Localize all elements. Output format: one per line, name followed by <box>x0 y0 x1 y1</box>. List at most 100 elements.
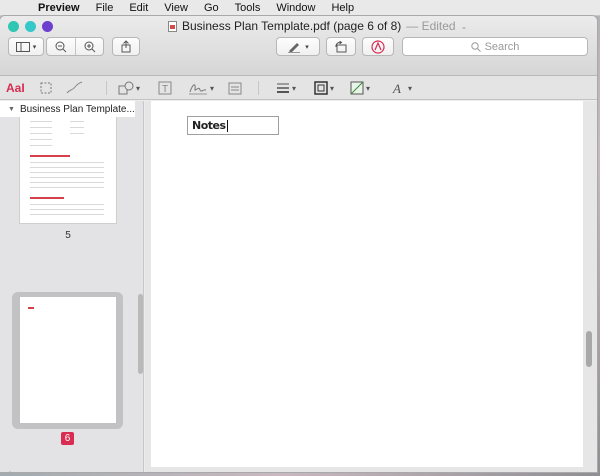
thumb-line <box>30 167 104 168</box>
rectangular-selection-tool[interactable] <box>40 80 52 96</box>
share-icon <box>121 40 131 53</box>
zoom-out-button[interactable] <box>47 38 75 55</box>
page-thumbnail-5[interactable] <box>20 117 116 223</box>
menu-tools[interactable]: Tools <box>227 0 269 16</box>
search-placeholder: Search <box>484 40 520 53</box>
search-field[interactable]: Search <box>402 37 588 56</box>
thumb-line <box>30 162 104 163</box>
add-icon[interactable]: + <box>6 467 14 472</box>
shapes-tool[interactable]: ▾ <box>118 80 140 96</box>
thumb-line <box>70 121 84 122</box>
rotate-icon <box>335 40 347 52</box>
rotate-button[interactable] <box>326 37 356 56</box>
signature-icon <box>189 84 207 95</box>
search-icon <box>470 41 481 52</box>
chevron-down-icon: ▾ <box>305 43 309 51</box>
text-box-icon: T <box>158 81 172 95</box>
disclosure-triangle-icon[interactable]: ▼ <box>8 106 15 113</box>
pen-icon <box>288 42 301 53</box>
thumb-line <box>30 177 104 178</box>
sidebar-icon <box>15 41 30 52</box>
window-controls <box>8 21 53 32</box>
border-color-tool[interactable]: ▾ <box>314 80 334 96</box>
zoom-in-icon <box>84 41 95 52</box>
chevron-down-icon[interactable]: ⌄ <box>461 22 468 31</box>
minimize-window-button[interactable] <box>25 21 36 32</box>
line-style-tool[interactable]: ▾ <box>276 80 296 96</box>
notes-text-field[interactable]: Notes <box>187 116 279 135</box>
border-color-icon <box>314 81 328 95</box>
page-label-6: 6 <box>61 432 74 445</box>
chevron-down-icon: ▾ <box>408 83 413 93</box>
thumb-line <box>70 127 84 128</box>
thumb-line <box>70 133 84 134</box>
thumb-line <box>30 187 104 188</box>
menu-app-preview[interactable]: Preview <box>30 0 88 16</box>
markup-toolbar-button[interactable]: ▾ <box>276 37 320 56</box>
chevron-down-icon: ▾ <box>366 83 371 93</box>
chevron-down-icon: ▾ <box>136 83 141 93</box>
text-selection-tool[interactable]: AaI <box>6 80 25 96</box>
markup-circle-icon <box>371 39 385 54</box>
sketch-tool[interactable] <box>66 80 84 96</box>
thumb-line <box>30 182 104 183</box>
menu-edit[interactable]: Edit <box>121 0 156 16</box>
zoom-in-button[interactable] <box>75 38 103 55</box>
edited-status[interactable]: — Edited <box>406 19 455 33</box>
window-title-area: Business Plan Template.pdf (page 6 of 8)… <box>168 19 467 33</box>
chevron-down-icon: ▾ <box>32 43 37 51</box>
menu-go[interactable]: Go <box>196 0 227 16</box>
thumb-heading <box>28 307 34 309</box>
vertical-scrollbar[interactable] <box>586 331 592 367</box>
chevron-down-icon: ▾ <box>292 83 297 93</box>
sketch-icon <box>66 81 83 94</box>
menu-file[interactable]: File <box>88 0 122 16</box>
fill-color-icon <box>350 81 364 95</box>
thumb-line <box>30 204 104 205</box>
page-thumbnail-6 <box>20 297 116 423</box>
thumb-line <box>30 127 52 128</box>
zoom-window-button[interactable] <box>42 21 53 32</box>
signature-tool[interactable]: ▾ <box>188 80 214 96</box>
zoom-out-icon <box>55 41 67 52</box>
annotate-button[interactable] <box>362 37 394 56</box>
text-caret <box>226 119 228 132</box>
menu-bar: Preview File Edit View Go Tools Window H… <box>0 0 600 16</box>
share-button[interactable] <box>112 37 140 56</box>
close-window-button[interactable] <box>8 21 19 32</box>
shapes-icon <box>118 81 134 95</box>
thumb-line <box>30 139 52 140</box>
menu-help[interactable]: Help <box>323 0 362 16</box>
toolbar-divider <box>106 81 107 95</box>
page-label-5: 5 <box>65 230 71 241</box>
line-style-icon <box>277 83 289 93</box>
sidebar-document-name: Business Plan Template... <box>19 103 135 115</box>
document-outline-header[interactable]: ▼ Business Plan Template... <box>0 101 135 117</box>
fill-color-tool[interactable]: ▾ <box>350 80 370 96</box>
thumb-line <box>30 209 104 210</box>
text-box-tool[interactable]: T <box>158 80 172 96</box>
menu-window[interactable]: Window <box>268 0 323 16</box>
title-bar: Business Plan Template.pdf (page 6 of 8)… <box>0 16 597 76</box>
pdf-document-icon <box>168 20 177 32</box>
toolbar-divider <box>258 81 259 95</box>
sidebar-scrollbar[interactable] <box>138 294 143 374</box>
thumb-line <box>30 214 104 215</box>
rectangular-selection-icon <box>40 82 52 94</box>
document-view: Notes <box>145 101 597 472</box>
thumb-line <box>30 133 52 134</box>
text-selection-label: AaI <box>6 81 25 95</box>
note-icon <box>228 82 242 95</box>
page-thumbnail-6-selected[interactable] <box>12 292 123 429</box>
menu-view[interactable]: View <box>156 0 196 16</box>
text-style-tool[interactable]: A ▾ <box>392 80 412 96</box>
thumb-line <box>30 145 52 146</box>
text-style-icon: A <box>392 81 401 95</box>
svg-text:T: T <box>162 84 168 95</box>
note-tool[interactable] <box>228 80 242 96</box>
thumb-line <box>30 172 104 173</box>
window-title: Business Plan Template.pdf (page 6 of 8) <box>182 19 402 33</box>
sidebar-view-button[interactable]: ▾ <box>8 37 44 56</box>
thumb-heading <box>30 197 64 199</box>
preview-window: Business Plan Template.pdf (page 6 of 8)… <box>0 16 597 472</box>
